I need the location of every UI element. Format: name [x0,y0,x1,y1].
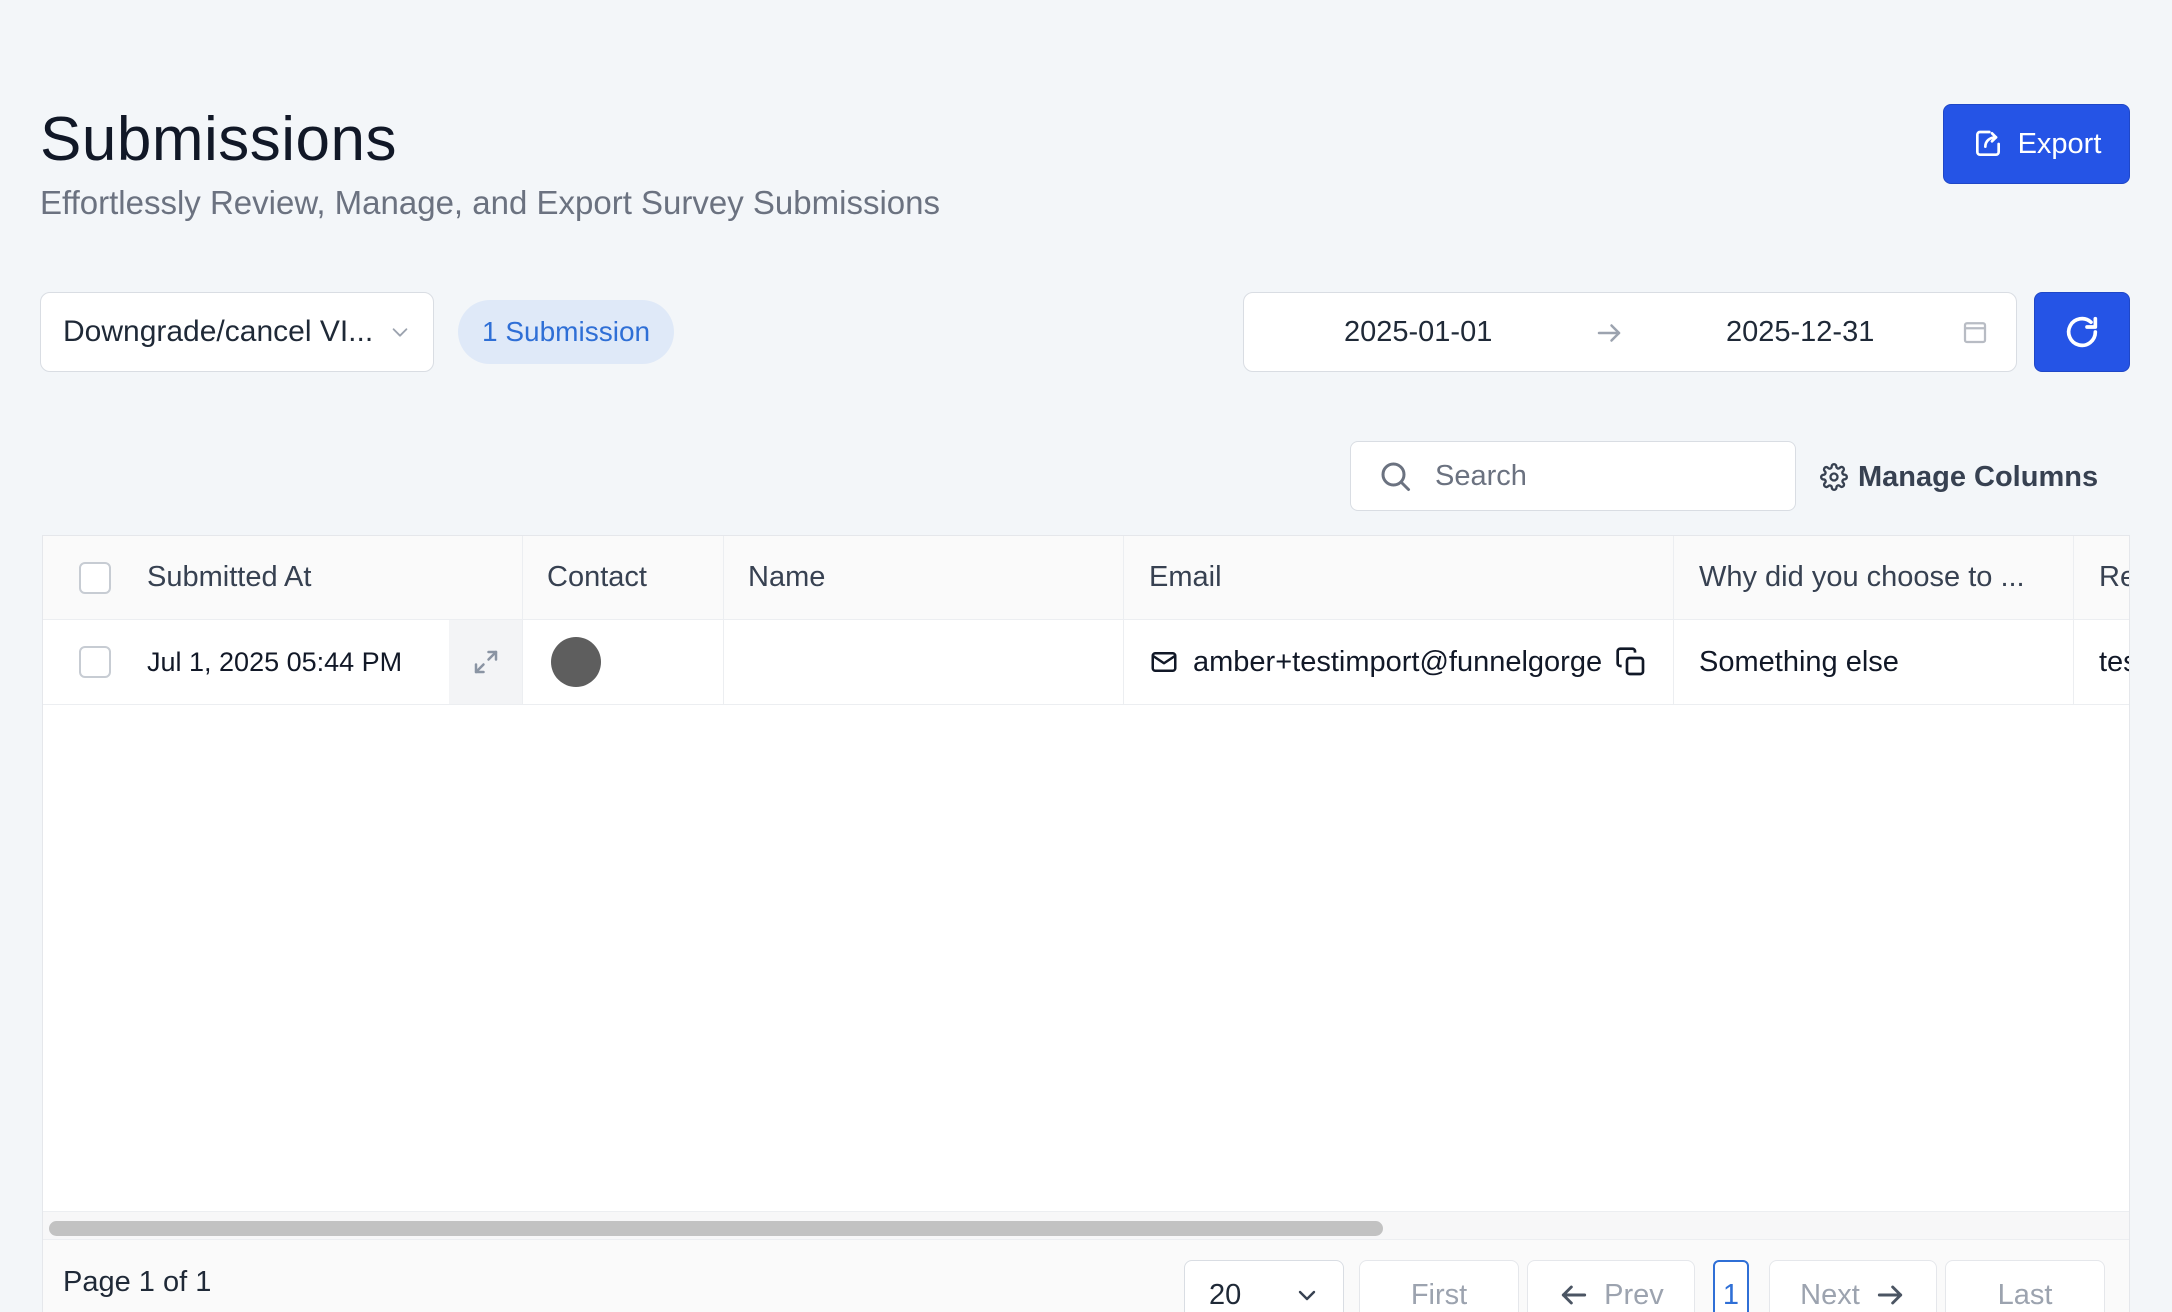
table-row[interactable]: Jul 1, 2025 05:44 PM amber+testimport@fu… [43,620,2129,705]
re-cell: tes [2099,645,2129,678]
arrow-right-icon [1597,324,1621,342]
column-header-email[interactable]: Email [1149,536,1222,619]
column-header-why[interactable]: Why did you choose to ... [1699,536,2025,619]
search-input[interactable] [1435,459,1755,493]
manage-columns-button[interactable]: Manage Columns [1820,455,2098,499]
column-header-submitted-at[interactable]: Submitted At [147,536,311,619]
prev-page-button[interactable]: Prev [1527,1260,1695,1312]
select-all-checkbox[interactable] [79,561,111,594]
pagination-bar: Page 1 of 1 20 First Prev 1 Next Last [43,1239,2129,1312]
copy-icon[interactable] [1615,646,1647,678]
last-page-button[interactable]: Last [1945,1260,2105,1312]
next-page-button[interactable]: Next [1769,1260,1937,1312]
date-end[interactable]: 2025-12-31 [1726,293,1874,371]
arrow-right-icon [1877,1285,1902,1305]
export-icon [1975,130,2000,156]
row-checkbox[interactable] [79,646,111,678]
search-box[interactable] [1350,441,1796,511]
export-label: Export [2017,127,2102,160]
export-button[interactable]: Export [1943,104,2130,184]
manage-columns-label: Manage Columns [1858,460,2099,493]
column-header-contact[interactable]: Contact [547,536,647,619]
submission-count-badge: 1 Submission [458,300,675,364]
survey-select[interactable]: Downgrade/cancel VI... [40,292,434,372]
page-size-select[interactable]: 20 [1184,1260,1344,1312]
refresh-button[interactable] [2034,292,2130,372]
mail-icon [1151,652,1177,672]
gear-icon [1820,463,1848,491]
next-page-label: Next [1800,1278,1860,1311]
prev-page-label: Prev [1604,1278,1664,1311]
expand-icon [474,650,498,674]
table-header: Submitted At Contact Name Email Why did … [43,536,2129,620]
last-page-label: Last [1997,1278,2053,1311]
horizontal-scrollbar[interactable] [43,1211,2129,1239]
date-range-picker[interactable]: 2025-01-01 2025-12-31 [1243,292,2017,372]
page-subtitle: Effortlessly Review, Manage, and Export … [40,184,940,221]
survey-select-value: Downgrade/cancel VI... [63,315,374,348]
search-icon [1381,462,1410,491]
avatar[interactable] [551,637,601,687]
chevron-down-icon [1298,1290,1316,1301]
email-text: amber+testimport@funnelgorge [1193,645,1603,678]
horizontal-scrollbar-thumb[interactable] [49,1221,1383,1236]
first-page-label: First [1410,1278,1468,1311]
email-cell: amber+testimport@funnelgorge [1149,620,1609,704]
page-size-value: 20 [1209,1278,1242,1311]
submitted-at-cell: Jul 1, 2025 05:44 PM [147,646,403,677]
column-header-re[interactable]: Re [2099,536,2129,619]
page-info: Page 1 of 1 [63,1266,212,1298]
first-page-button[interactable]: First [1359,1260,1519,1312]
current-page-button[interactable]: 1 [1713,1260,1749,1312]
why-cell: Something else [1699,645,1899,678]
chevron-down-icon [392,328,408,337]
expand-row-button[interactable] [449,620,523,704]
calendar-icon [1963,322,1987,344]
column-header-name[interactable]: Name [748,536,825,619]
refresh-icon [2066,316,2098,348]
page-title: Submissions [40,105,397,174]
submissions-table: Submitted At Contact Name Email Why did … [42,535,2130,1312]
arrow-left-icon [1562,1285,1587,1305]
date-start[interactable]: 2025-01-01 [1344,293,1492,371]
